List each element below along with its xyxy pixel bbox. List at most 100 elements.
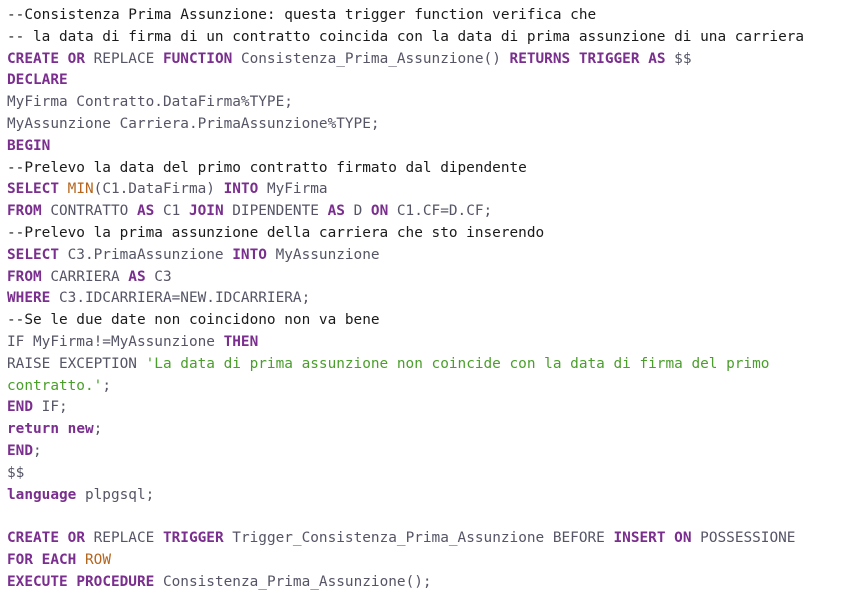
code-line: --Prelevo la prima assunzione della carr…: [7, 223, 857, 245]
code-token: Trigger_Consistenza_Prima_Assunzione BEF…: [223, 530, 614, 547]
code-token: CONTRATTO: [41, 203, 137, 220]
code-line: DECLARE: [7, 70, 857, 92]
code-token: OR: [67, 530, 85, 547]
code-token: language: [7, 486, 77, 503]
code-token: AS: [128, 268, 146, 285]
code-line: MyAssunzione Carriera.PrimaAssunzione%TY…: [7, 114, 857, 136]
code-token: OR: [67, 50, 85, 67]
code-token: CARRIERA: [41, 268, 129, 285]
code-token: CREATE: [7, 530, 59, 547]
code-token: THEN: [223, 333, 259, 350]
code-line: CREATE OR REPLACE TRIGGER Trigger_Consis…: [7, 528, 857, 550]
code-line: FROM CARRIERA AS C3: [7, 267, 857, 289]
code-token: C1.CF=D.CF;: [388, 203, 493, 220]
code-token: REPLACE: [84, 50, 163, 67]
code-token: SELECT: [7, 246, 59, 263]
code-line: END;: [7, 441, 857, 463]
code-line: MyFirma Contratto.DataFirma%TYPE;: [7, 92, 857, 114]
code-token: FROM: [7, 268, 42, 285]
code-token: --Consistenza Prima Assunzione: questa t…: [7, 7, 597, 23]
code-token: TRIGGER: [578, 50, 640, 67]
code-token: C1: [154, 203, 189, 220]
code-line: BEGIN: [7, 136, 857, 158]
code-token: AS: [136, 203, 155, 220]
code-line: language plpgsql;: [7, 485, 857, 507]
code-token: AS: [327, 203, 345, 220]
code-token: $$: [7, 464, 25, 481]
code-token: $$: [665, 50, 692, 67]
code-line: $$: [7, 463, 857, 485]
code-token: JOIN: [188, 203, 224, 220]
code-token: return: [7, 421, 59, 438]
code-token: INSERT: [613, 530, 666, 547]
code-line: CREATE OR REPLACE FUNCTION Consistenza_P…: [7, 49, 857, 71]
code-line: SELECT C3.PrimaAssunzione INTO MyAssunzi…: [7, 245, 857, 267]
code-line: FOR EACH ROW: [7, 550, 857, 572]
code-token: RETURNS: [509, 50, 571, 67]
code-token: CREATE: [7, 50, 59, 67]
code-token: FOR: [7, 551, 33, 568]
code-token: IF;: [33, 399, 68, 416]
code-token: AS: [648, 50, 666, 67]
code-token: Consistenza_Prima_Assunzione(): [232, 50, 510, 67]
code-line: RAISE EXCEPTION 'La data di prima assunz…: [7, 354, 857, 398]
code-token: RAISE EXCEPTION: [7, 355, 146, 372]
code-token: POSSESSIONE: [691, 530, 796, 547]
code-token: FUNCTION: [162, 50, 233, 67]
code-token: new: [67, 421, 94, 438]
code-line: SELECT MIN(C1.DataFirma) INTO MyFirma: [7, 179, 857, 201]
code-line: FROM CONTRATTO AS C1 JOIN DIPENDENTE AS …: [7, 201, 857, 223]
code-token: END: [7, 399, 33, 416]
code-line: --Se le due date non coincidono non va b…: [7, 310, 857, 332]
code-token: --Se le due date non coincidono non va b…: [7, 312, 380, 329]
code-token: C3: [145, 268, 172, 285]
code-token: INTO: [223, 181, 259, 198]
code-token: ;: [33, 442, 42, 459]
code-token: MyFirma Contratto.DataFirma%TYPE;: [7, 94, 293, 111]
code-token: (C1.DataFirma): [93, 181, 224, 198]
code-token: --Prelevo la prima assunzione della carr…: [7, 224, 545, 241]
code-token: --Prelevo la data del primo contratto fi…: [7, 159, 527, 176]
code-block: --Consistenza Prima Assunzione: questa t…: [7, 5, 857, 594]
code-token: ;: [93, 421, 103, 438]
code-token: -- la data di firma di un contratto coin…: [7, 28, 805, 45]
code-token: MyAssunzione: [266, 246, 380, 263]
code-token: ON: [370, 203, 389, 220]
code-line: END IF;: [7, 397, 857, 419]
code-token: SELECT: [7, 181, 59, 198]
code-line: --Consistenza Prima Assunzione: questa t…: [7, 5, 857, 27]
code-token: D: [344, 203, 371, 220]
code-token: MIN: [67, 181, 94, 198]
code-token: ROW: [85, 551, 111, 568]
code-token: ;: [102, 377, 111, 394]
code-token: MyFirma: [258, 181, 328, 198]
code-line: -- la data di firma di un contratto coin…: [7, 27, 857, 49]
code-token: END: [7, 442, 33, 459]
code-token: DIPENDENTE: [223, 203, 328, 220]
code-token: EACH: [41, 551, 77, 568]
code-token: ON: [674, 530, 692, 547]
code-line: EXECUTE PROCEDURE Consistenza_Prima_Assu…: [7, 572, 857, 594]
code-line: WHERE C3.IDCARRIERA=NEW.IDCARRIERA;: [7, 288, 857, 310]
code-token: C3.IDCARRIERA=NEW.IDCARRIERA;: [50, 290, 311, 307]
code-token: BEGIN: [7, 137, 51, 154]
code-token: PROCEDURE: [76, 573, 155, 590]
code-token: FROM: [7, 203, 42, 220]
code-token: DECLARE: [7, 72, 68, 89]
code-line: return new;: [7, 419, 857, 441]
code-token: IF MyFirma!=MyAssunzione: [7, 333, 224, 350]
code-token: Consistenza_Prima_Assunzione();: [154, 573, 432, 590]
code-line: IF MyFirma!=MyAssunzione THEN: [7, 332, 857, 354]
code-token: REPLACE: [84, 530, 163, 547]
code-token: WHERE: [7, 290, 51, 307]
code-token: INTO: [232, 246, 267, 263]
code-line: --Prelevo la data del primo contratto fi…: [7, 158, 857, 180]
code-token: C3.PrimaAssunzione: [58, 246, 233, 263]
